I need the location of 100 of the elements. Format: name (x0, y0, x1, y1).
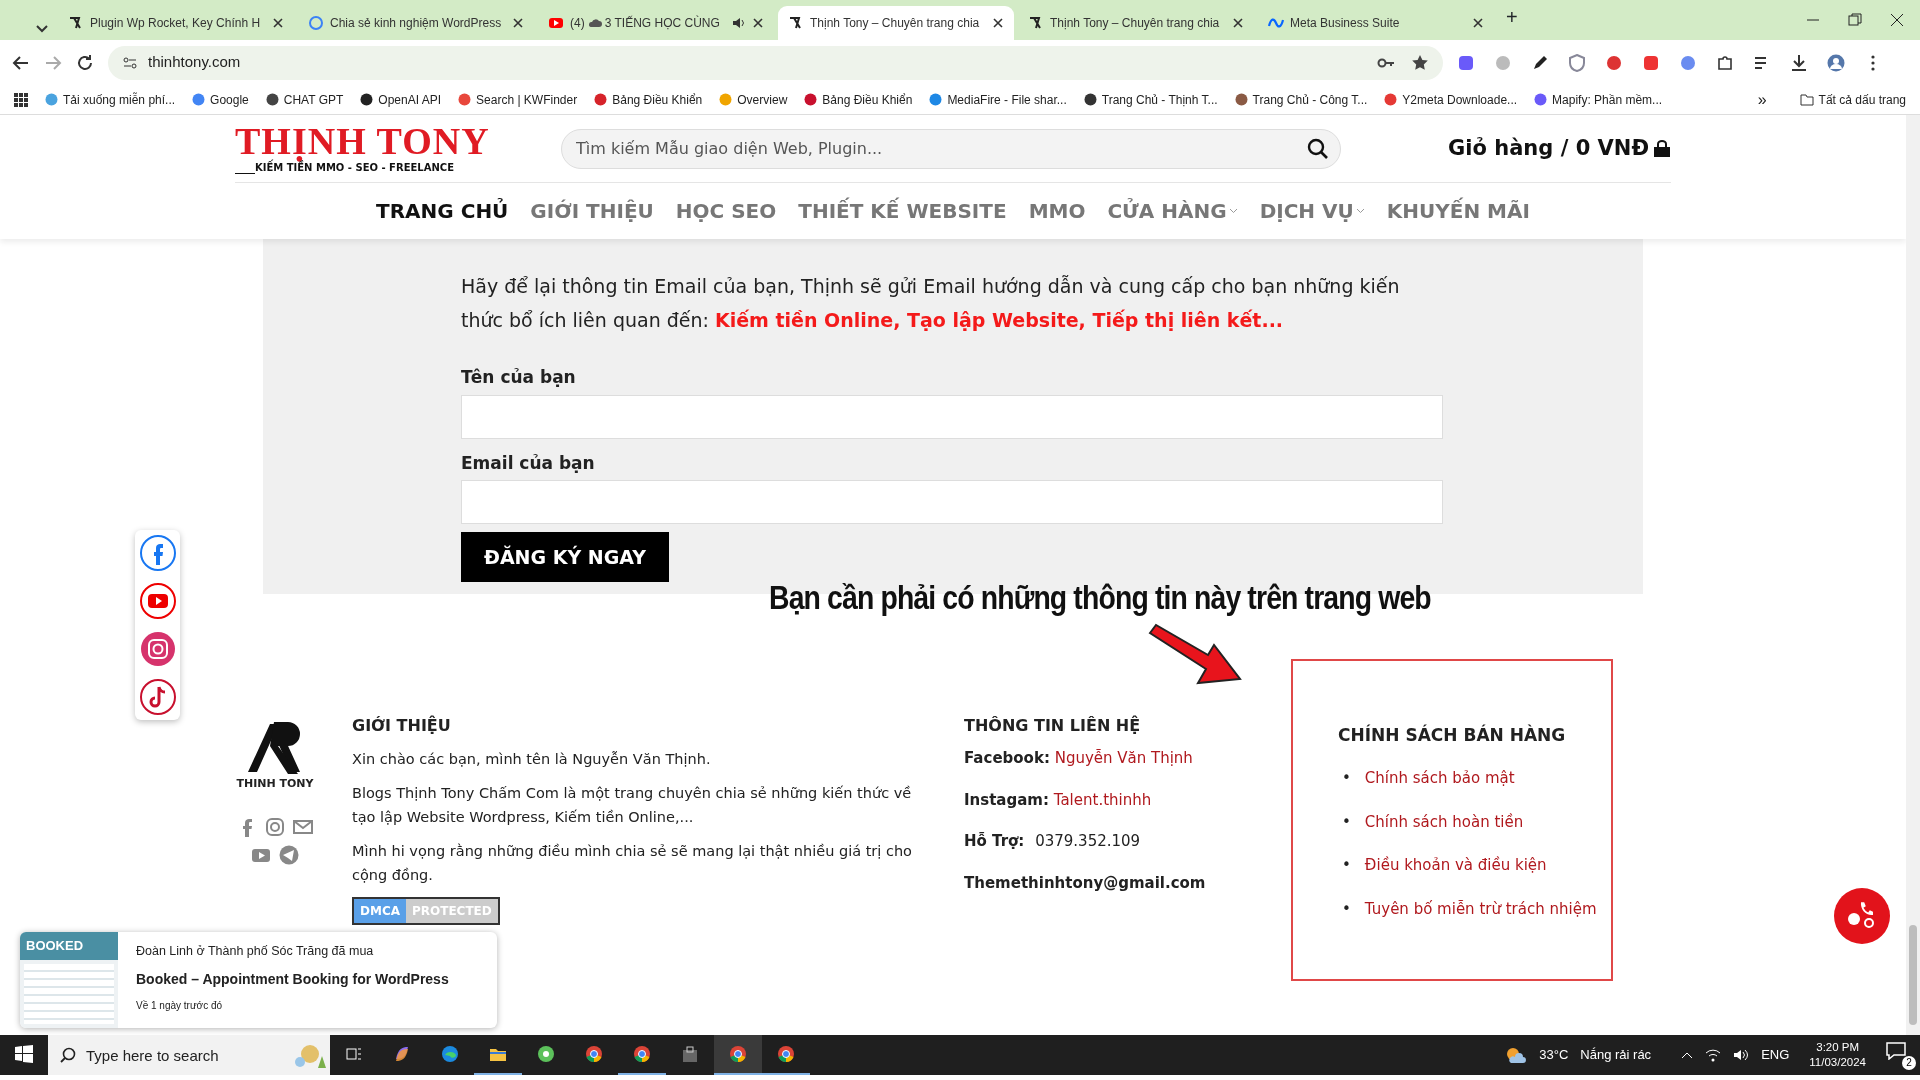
bookmark-item[interactable]: Mapify: Phần mềm... (1534, 90, 1663, 109)
address-bar[interactable]: thinhtony.com (108, 45, 1443, 80)
apps-grid-icon[interactable] (14, 92, 28, 107)
contact-link[interactable]: Nguyễn Văn Thịnh (1054, 749, 1193, 768)
close-icon[interactable] (752, 17, 764, 29)
purchase-notification[interactable]: BOOKED Đoàn Linh ở Thành phố Sóc Trăng đã mua Booked – Appointment Booking for WordPress Về 1 ngày trước đó (20, 932, 497, 1028)
arrow-icon (1148, 623, 1244, 685)
bookmark-item[interactable]: Tải xuống miễn phí... (45, 90, 176, 109)
browser-tab[interactable]: Thịnh Tony – Chuyên trang chia (1018, 6, 1254, 40)
download-icon[interactable] (1790, 53, 1808, 72)
cloud-icon (587, 17, 602, 29)
browser-tab[interactable]: Thịnh Tony – Chuyên trang chia (778, 6, 1014, 40)
nav-link[interactable]: KHUYẾN MÃI (1386, 196, 1530, 226)
taskbar-search-field[interactable]: Type here to search (48, 1035, 330, 1075)
bookmark-item[interactable]: Overview (719, 90, 788, 109)
extension-icon[interactable] (1457, 53, 1475, 72)
wifi-icon[interactable] (1705, 1048, 1722, 1062)
caret-up-icon[interactable] (1681, 1051, 1694, 1059)
text-field[interactable] (461, 480, 1443, 524)
scrollbar[interactable] (1906, 115, 1920, 1035)
instagram-icon[interactable] (265, 816, 285, 837)
browser-tab[interactable]: Plugin Wp Rocket, Key Chính H (58, 6, 294, 40)
bullet-mark: • (1342, 855, 1351, 877)
contact-link[interactable]: Talent.thinhh (1053, 790, 1152, 809)
bookmark-item[interactable]: OpenAI API (360, 90, 442, 109)
language-indicator[interactable]: ENG (1761, 1045, 1790, 1065)
task-view-icon (345, 1045, 363, 1063)
site-logo[interactable]: THỊNH TONY ____KIẾM TIỀN MMO - SEO - FREELANCE (235, 122, 535, 175)
close-icon[interactable] (992, 17, 1004, 29)
reload-icon[interactable] (76, 53, 94, 72)
bookmark-item[interactable]: Trang Chủ - Công T... (1234, 90, 1368, 109)
bookmark-item[interactable]: Bảng Điều Khiển (594, 90, 703, 109)
bookmark-item[interactable]: Search | KWFinder (458, 90, 578, 109)
close-icon[interactable] (1472, 17, 1484, 29)
site-settings-icon[interactable] (122, 54, 138, 71)
browser-tab[interactable]: (4) 3 TIẾNG HỌC CÙNG (538, 6, 774, 40)
restore-icon[interactable] (1848, 13, 1862, 27)
close-icon[interactable] (272, 17, 284, 29)
text-field[interactable] (461, 394, 1443, 439)
contact-value: 0379.352.109 (1035, 832, 1141, 851)
all-bookmarks-button[interactable]: Tất cả dấu trang (1799, 90, 1906, 109)
facebook-icon[interactable] (138, 534, 177, 572)
section-heading: GIỚI THIỆU (352, 716, 452, 736)
nav-link[interactable]: TRANG CHỦ (376, 196, 509, 226)
more-bookmarks-button[interactable]: » (1757, 87, 1767, 112)
about-text: Blogs Thịnh Tony Chấm Com là một trang chuyên chia sẻ những kiến thức về tạo lập Website Wordpress, Kiếm tiền Online,... (352, 784, 913, 828)
shopping-bag-icon[interactable] (1653, 139, 1671, 158)
extension-icon[interactable] (1642, 53, 1660, 72)
telegram-icon[interactable] (279, 844, 299, 865)
extension-icon[interactable] (1679, 53, 1697, 72)
about-text: Mình hi vọng rằng những điều mình chia sẻ sẽ mang lại thật nhiều giá trị cho cộng đồng. (352, 842, 913, 886)
nav-link[interactable]: GIỚI THIỆU (530, 196, 654, 226)
policy-link[interactable]: Tuyên bố miễn trừ trách nhiệm (1364, 897, 1597, 921)
nav-link[interactable]: MMO (1028, 196, 1086, 226)
back-icon[interactable] (12, 53, 30, 72)
site-favicon-icon (788, 15, 804, 31)
close-icon[interactable] (1890, 13, 1904, 27)
profile-avatar-icon[interactable] (1827, 53, 1845, 72)
site-favicon-icon (68, 15, 84, 31)
policy-link[interactable]: Chính sách bảo mật (1364, 767, 1515, 790)
contact-chat-button[interactable] (1834, 888, 1890, 944)
taskbar-app-button[interactable] (714, 1035, 762, 1075)
tiktok-icon[interactable] (138, 678, 177, 716)
extensions-icon[interactable] (1716, 53, 1734, 72)
pen-icon[interactable] (1531, 53, 1549, 72)
extension-icon[interactable] (1605, 53, 1623, 72)
close-icon[interactable] (1232, 17, 1244, 29)
cart-link[interactable]: Giỏ hàng / 0 VNĐ (1448, 132, 1649, 165)
clock[interactable]: 3:20 PM 11/03/2024 (1809, 1040, 1866, 1070)
bookmark-item[interactable]: Trang Chủ - Thịnh T... (1083, 90, 1218, 109)
volume-icon[interactable] (1733, 1048, 1750, 1062)
nav-link[interactable]: THIẾT KẾ WEBSITE (798, 196, 1007, 226)
search-icon[interactable] (1307, 137, 1329, 160)
browser-tab[interactable]: Chia sẻ kinh nghiệm WordPress (298, 6, 534, 40)
product-name: Booked – Appointment Booking for WordPress (136, 969, 449, 989)
bookmark-item[interactable]: Y2meta Downloade... (1384, 90, 1518, 109)
search-icon (60, 1047, 76, 1063)
subscribe-button[interactable]: ĐĂNG KÝ NGAY (461, 532, 669, 582)
folder-icon (1799, 93, 1814, 106)
policy-link[interactable]: Điều khoản và điều kiện (1364, 854, 1547, 877)
bookmark-item[interactable]: Bảng Điều Khiển (804, 90, 913, 109)
bookmark-item[interactable]: Google (192, 90, 249, 109)
bookmark-item[interactable]: MediaFire - File shar... (929, 90, 1067, 109)
close-icon[interactable] (512, 17, 524, 29)
notifications-button[interactable]: 2 (1886, 1040, 1916, 1070)
instagram-icon[interactable] (138, 630, 177, 668)
search-field[interactable]: Tìm kiếm Mẫu giao diện Web, Plugin... (561, 128, 1341, 169)
new-tab-button[interactable]: + (1506, 2, 1518, 32)
bookmark-item[interactable]: CHAT GPT (265, 90, 344, 109)
bullet-mark: • (1342, 768, 1351, 790)
youtube-icon[interactable] (138, 582, 177, 620)
shield-icon[interactable] (1568, 53, 1586, 72)
star-icon[interactable] (1411, 53, 1429, 72)
policy-link[interactable]: Chính sách hoàn tiền (1364, 810, 1524, 834)
nav-link[interactable]: HỌC SEO (675, 196, 777, 226)
browser-tab[interactable]: Meta Business Suite (1258, 6, 1494, 40)
bookmark-favicon-icon (265, 93, 279, 106)
nav-link[interactable]: CỬA HÀNG (1107, 196, 1238, 226)
buyer-text: Đoàn Linh ở Thành phố Sóc Trăng đã mua (136, 943, 375, 960)
nav-link[interactable]: DỊCH VỤ (1259, 196, 1365, 226)
